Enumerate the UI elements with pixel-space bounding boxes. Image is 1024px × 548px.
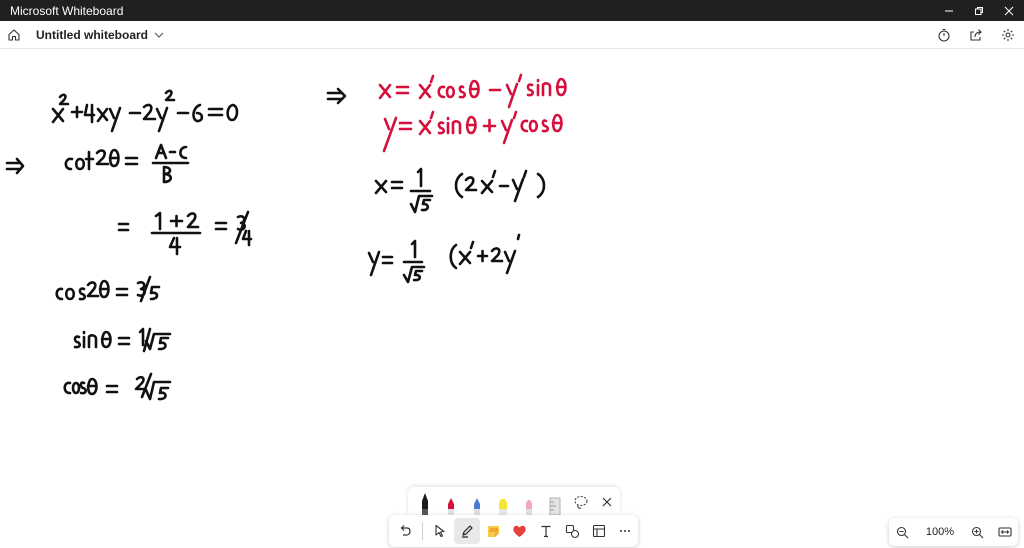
ink-red-x-eq xyxy=(378,83,392,100)
toolbar-divider xyxy=(422,522,424,540)
share-button[interactable] xyxy=(960,21,992,49)
templates-button[interactable] xyxy=(585,518,611,544)
ink-equation-line1 xyxy=(51,107,65,124)
red-pen-button[interactable] xyxy=(438,489,464,515)
fit-to-screen-button[interactable] xyxy=(991,518,1018,546)
home-button[interactable] xyxy=(0,21,28,49)
zoom-in-button[interactable] xyxy=(964,518,991,546)
sticky-note-button[interactable] xyxy=(480,518,506,544)
zoom-control: 100% xyxy=(889,518,1018,546)
blue-pen-button[interactable] xyxy=(464,489,490,515)
sticky-note-icon xyxy=(487,525,499,537)
text-tool-button[interactable] xyxy=(533,518,559,544)
chevron-down-icon xyxy=(154,31,164,39)
header-actions xyxy=(928,21,1024,49)
pointer-icon xyxy=(435,524,446,538)
select-tool-button[interactable] xyxy=(427,518,453,544)
highlighter-icon xyxy=(499,499,507,515)
close-icon xyxy=(602,497,612,507)
zoom-in-icon xyxy=(971,526,984,538)
reactions-button[interactable] xyxy=(506,518,532,544)
close-tray-button[interactable] xyxy=(594,489,620,515)
pen-icon xyxy=(526,500,532,515)
ruler-icon xyxy=(549,497,561,515)
lasso-icon xyxy=(574,495,588,509)
pen-icon xyxy=(474,498,480,515)
ink-costheta xyxy=(63,381,72,395)
ruler-button[interactable] xyxy=(542,489,568,515)
gear-icon xyxy=(1002,29,1014,41)
share-icon xyxy=(970,29,982,41)
minimize-icon xyxy=(945,10,953,11)
shapes-tool-button[interactable] xyxy=(559,518,585,544)
close-window-button[interactable] xyxy=(994,0,1024,21)
timer-button[interactable] xyxy=(928,21,960,49)
ink-sintheta xyxy=(73,335,82,349)
shapes-icon xyxy=(565,524,579,538)
pink-pen-button[interactable] xyxy=(516,489,542,515)
more-tools-button[interactable] xyxy=(612,518,638,544)
close-icon xyxy=(1004,6,1014,15)
home-icon xyxy=(8,28,20,41)
ink-x-eq xyxy=(374,179,388,195)
board-title: Untitled whiteboard xyxy=(36,27,148,42)
title-bar: Microsoft Whiteboard xyxy=(0,0,1024,21)
pen-tray xyxy=(408,487,620,515)
undo-icon xyxy=(400,525,411,536)
pen-icon xyxy=(461,525,473,538)
bottom-toolbar xyxy=(389,515,638,547)
pen-icon xyxy=(422,493,428,515)
settings-button[interactable] xyxy=(992,21,1024,49)
lasso-button[interactable] xyxy=(568,489,594,515)
app-header: Untitled whiteboard xyxy=(0,21,1024,49)
ink-y-eq xyxy=(367,250,381,277)
black-pen-button[interactable] xyxy=(412,489,438,515)
more-icon xyxy=(619,530,630,532)
zoom-out-icon xyxy=(896,526,909,538)
ink-implies-2 xyxy=(326,87,347,105)
undo-button[interactable] xyxy=(392,518,418,544)
zoom-out-button[interactable] xyxy=(889,518,916,546)
zoom-level[interactable]: 100% xyxy=(916,526,964,538)
minimize-button[interactable] xyxy=(934,0,964,21)
restore-button[interactable] xyxy=(964,0,994,21)
window-controls xyxy=(934,0,1024,21)
ink-red-y-eq xyxy=(382,116,398,153)
pen-icon xyxy=(448,498,454,515)
app-title: Microsoft Whiteboard xyxy=(10,3,124,18)
yellow-highlighter-button[interactable] xyxy=(490,489,516,515)
restore-icon xyxy=(975,6,983,15)
ink-strokes xyxy=(5,73,567,401)
board-title-menu[interactable]: Untitled whiteboard xyxy=(36,28,164,42)
ink-tool-button[interactable] xyxy=(453,518,480,544)
timer-icon xyxy=(938,28,950,42)
whiteboard-canvas[interactable] xyxy=(0,49,1024,548)
ink-cos2theta xyxy=(55,287,64,301)
template-icon xyxy=(592,524,605,538)
ink-implies-1 xyxy=(5,157,25,175)
fit-screen-icon xyxy=(997,527,1012,537)
heart-icon xyxy=(513,525,526,537)
text-icon xyxy=(541,525,551,538)
